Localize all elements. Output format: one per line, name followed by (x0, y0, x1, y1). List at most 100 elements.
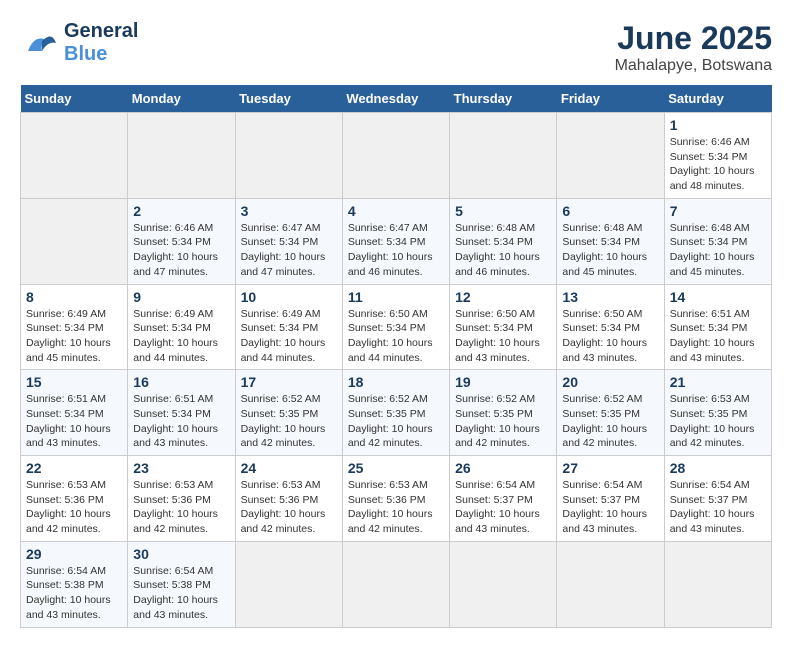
day-of-week-header: Saturday (664, 85, 771, 113)
day-info: Sunrise: 6:51 AM Sunset: 5:34 PM Dayligh… (26, 392, 122, 451)
day-cell: 19 Sunrise: 6:52 AM Sunset: 5:35 PM Dayl… (450, 370, 557, 456)
daylight: Daylight: 10 hours and 43 minutes. (26, 423, 111, 450)
day-cell: 26 Sunrise: 6:54 AM Sunset: 5:37 PM Dayl… (450, 456, 557, 542)
day-info: Sunrise: 6:48 AM Sunset: 5:34 PM Dayligh… (670, 221, 766, 280)
day-info: Sunrise: 6:52 AM Sunset: 5:35 PM Dayligh… (562, 392, 658, 451)
day-cell: 13 Sunrise: 6:50 AM Sunset: 5:34 PM Dayl… (557, 284, 664, 370)
day-number: 24 (241, 460, 337, 476)
sunrise: Sunrise: 6:53 AM (26, 479, 106, 491)
day-number: 29 (26, 546, 122, 562)
daylight: Daylight: 10 hours and 42 minutes. (241, 508, 326, 535)
day-cell: 24 Sunrise: 6:53 AM Sunset: 5:36 PM Dayl… (235, 456, 342, 542)
daylight: Daylight: 10 hours and 44 minutes. (241, 337, 326, 364)
day-info: Sunrise: 6:47 AM Sunset: 5:34 PM Dayligh… (348, 221, 444, 280)
day-info: Sunrise: 6:51 AM Sunset: 5:34 PM Dayligh… (670, 307, 766, 366)
sunrise: Sunrise: 6:54 AM (562, 479, 642, 491)
day-info: Sunrise: 6:53 AM Sunset: 5:36 PM Dayligh… (26, 478, 122, 537)
sunrise: Sunrise: 6:48 AM (562, 222, 642, 234)
day-info: Sunrise: 6:54 AM Sunset: 5:38 PM Dayligh… (133, 564, 229, 623)
day-info: Sunrise: 6:50 AM Sunset: 5:34 PM Dayligh… (348, 307, 444, 366)
day-of-week-header: Sunday (21, 85, 128, 113)
sunset: Sunset: 5:34 PM (455, 236, 533, 248)
day-number: 12 (455, 289, 551, 305)
sunset: Sunset: 5:38 PM (26, 579, 104, 591)
sunrise: Sunrise: 6:50 AM (348, 308, 428, 320)
day-number: 22 (26, 460, 122, 476)
daylight: Daylight: 10 hours and 42 minutes. (348, 423, 433, 450)
day-info: Sunrise: 6:52 AM Sunset: 5:35 PM Dayligh… (455, 392, 551, 451)
day-cell: 10 Sunrise: 6:49 AM Sunset: 5:34 PM Dayl… (235, 284, 342, 370)
daylight: Daylight: 10 hours and 43 minutes. (562, 337, 647, 364)
title-block: June 2025 Mahalapye, Botswana (615, 20, 772, 75)
daylight: Daylight: 10 hours and 45 minutes. (670, 251, 755, 278)
empty-day-cell (21, 198, 128, 284)
sunset: Sunset: 5:37 PM (455, 494, 533, 506)
sunset: Sunset: 5:34 PM (562, 236, 640, 248)
day-cell: 30 Sunrise: 6:54 AM Sunset: 5:38 PM Dayl… (128, 541, 235, 627)
day-info: Sunrise: 6:49 AM Sunset: 5:34 PM Dayligh… (133, 307, 229, 366)
day-info: Sunrise: 6:53 AM Sunset: 5:36 PM Dayligh… (348, 478, 444, 537)
sunrise: Sunrise: 6:49 AM (133, 308, 213, 320)
calendar-table: SundayMondayTuesdayWednesdayThursdayFrid… (20, 85, 772, 628)
day-number: 21 (670, 374, 766, 390)
day-cell: 21 Sunrise: 6:53 AM Sunset: 5:35 PM Dayl… (664, 370, 771, 456)
sunset: Sunset: 5:37 PM (670, 494, 748, 506)
day-info: Sunrise: 6:52 AM Sunset: 5:35 PM Dayligh… (241, 392, 337, 451)
day-number: 27 (562, 460, 658, 476)
daylight: Daylight: 10 hours and 43 minutes. (562, 508, 647, 535)
empty-day-cell (342, 113, 449, 199)
empty-day-cell (21, 113, 128, 199)
daylight: Daylight: 10 hours and 47 minutes. (133, 251, 218, 278)
day-of-week-header: Tuesday (235, 85, 342, 113)
empty-day-cell (450, 113, 557, 199)
day-cell: 23 Sunrise: 6:53 AM Sunset: 5:36 PM Dayl… (128, 456, 235, 542)
sunrise: Sunrise: 6:54 AM (133, 565, 213, 577)
daylight: Daylight: 10 hours and 45 minutes. (26, 337, 111, 364)
daylight: Daylight: 10 hours and 42 minutes. (133, 508, 218, 535)
sunrise: Sunrise: 6:51 AM (670, 308, 750, 320)
day-number: 30 (133, 546, 229, 562)
day-number: 20 (562, 374, 658, 390)
day-cell: 27 Sunrise: 6:54 AM Sunset: 5:37 PM Dayl… (557, 456, 664, 542)
day-cell: 18 Sunrise: 6:52 AM Sunset: 5:35 PM Dayl… (342, 370, 449, 456)
day-info: Sunrise: 6:51 AM Sunset: 5:34 PM Dayligh… (133, 392, 229, 451)
calendar-week-row: 15 Sunrise: 6:51 AM Sunset: 5:34 PM Dayl… (21, 370, 772, 456)
month-year-title: June 2025 (615, 20, 772, 57)
day-number: 9 (133, 289, 229, 305)
day-info: Sunrise: 6:49 AM Sunset: 5:34 PM Dayligh… (241, 307, 337, 366)
daylight: Daylight: 10 hours and 42 minutes. (562, 423, 647, 450)
sunrise: Sunrise: 6:48 AM (455, 222, 535, 234)
sunset: Sunset: 5:36 PM (26, 494, 104, 506)
sunset: Sunset: 5:34 PM (562, 322, 640, 334)
sunset: Sunset: 5:34 PM (26, 408, 104, 420)
calendar-week-row: 29 Sunrise: 6:54 AM Sunset: 5:38 PM Dayl… (21, 541, 772, 627)
day-cell: 5 Sunrise: 6:48 AM Sunset: 5:34 PM Dayli… (450, 198, 557, 284)
day-number: 25 (348, 460, 444, 476)
day-number: 26 (455, 460, 551, 476)
day-number: 7 (670, 203, 766, 219)
sunrise: Sunrise: 6:54 AM (670, 479, 750, 491)
logo: General Blue (20, 20, 138, 66)
sunrise: Sunrise: 6:51 AM (26, 393, 106, 405)
sunrise: Sunrise: 6:52 AM (562, 393, 642, 405)
empty-day-cell (557, 541, 664, 627)
day-info: Sunrise: 6:50 AM Sunset: 5:34 PM Dayligh… (562, 307, 658, 366)
day-cell: 7 Sunrise: 6:48 AM Sunset: 5:34 PM Dayli… (664, 198, 771, 284)
day-number: 1 (670, 117, 766, 133)
day-cell: 25 Sunrise: 6:53 AM Sunset: 5:36 PM Dayl… (342, 456, 449, 542)
day-number: 14 (670, 289, 766, 305)
day-cell: 11 Sunrise: 6:50 AM Sunset: 5:34 PM Dayl… (342, 284, 449, 370)
day-info: Sunrise: 6:53 AM Sunset: 5:36 PM Dayligh… (133, 478, 229, 537)
sunset: Sunset: 5:34 PM (670, 236, 748, 248)
day-cell: 28 Sunrise: 6:54 AM Sunset: 5:37 PM Dayl… (664, 456, 771, 542)
sunset: Sunset: 5:34 PM (241, 236, 319, 248)
day-cell: 2 Sunrise: 6:46 AM Sunset: 5:34 PM Dayli… (128, 198, 235, 284)
sunset: Sunset: 5:34 PM (133, 408, 211, 420)
sunset: Sunset: 5:35 PM (348, 408, 426, 420)
empty-day-cell (235, 541, 342, 627)
daylight: Daylight: 10 hours and 43 minutes. (133, 594, 218, 621)
daylight: Daylight: 10 hours and 43 minutes. (670, 508, 755, 535)
sunset: Sunset: 5:34 PM (670, 151, 748, 163)
daylight: Daylight: 10 hours and 43 minutes. (455, 337, 540, 364)
sunset: Sunset: 5:34 PM (348, 322, 426, 334)
